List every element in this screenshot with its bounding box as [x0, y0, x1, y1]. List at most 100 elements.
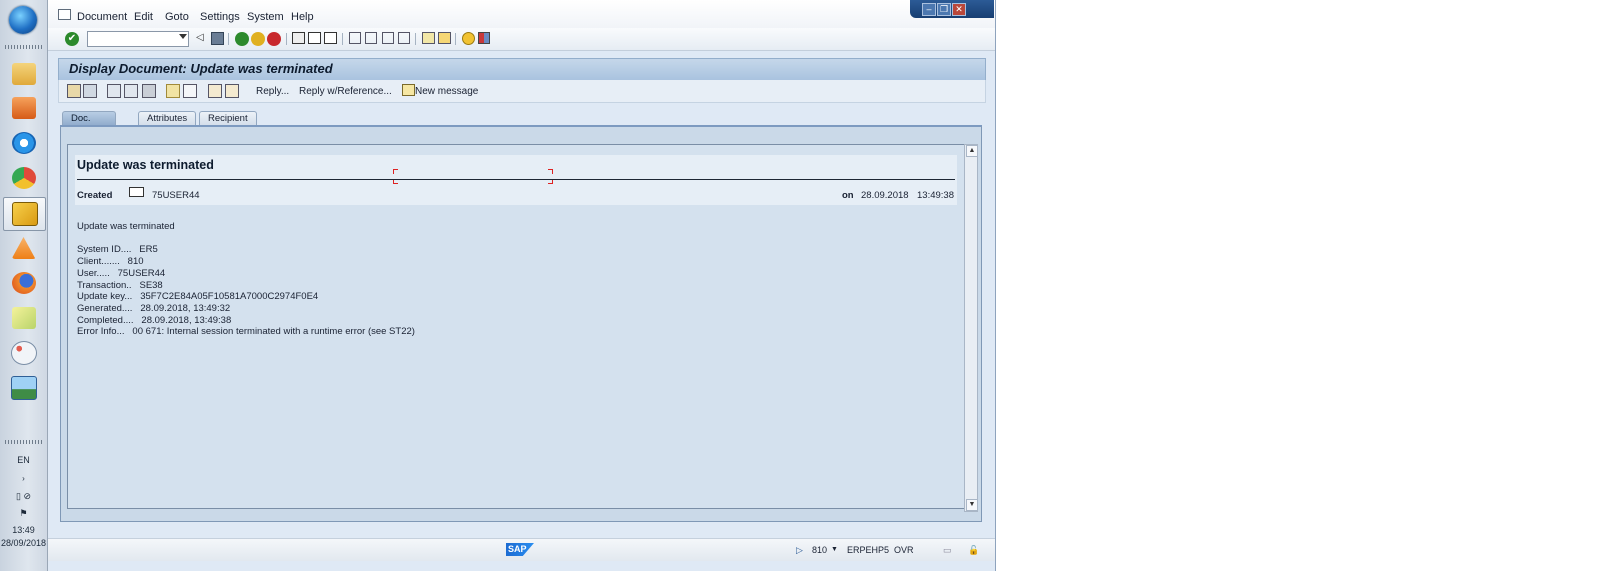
- body-line: Client....... 810: [77, 256, 144, 268]
- create-shortcut-icon[interactable]: [438, 32, 451, 44]
- security-lock-icon[interactable]: 🔓: [968, 545, 979, 556]
- tab-doc-contents[interactable]: Doc. contents: [62, 111, 116, 138]
- taskbar-app-paint[interactable]: [3, 337, 44, 369]
- sap-logon-icon: [11, 202, 38, 226]
- start-button[interactable]: [9, 6, 37, 34]
- last-page-icon[interactable]: [398, 32, 410, 44]
- taskbar-app-vlc[interactable]: [3, 232, 44, 264]
- status-layout-icon[interactable]: ▭: [943, 545, 952, 556]
- exit-icon[interactable]: [251, 32, 265, 46]
- status-client[interactable]: 810: [812, 545, 827, 555]
- distribute-icon[interactable]: [124, 84, 138, 98]
- header-divider: [77, 179, 955, 180]
- sticky-notes-icon: [11, 307, 36, 329]
- tab-attributes[interactable]: Attributes: [138, 111, 197, 126]
- reply-button[interactable]: Reply...: [256, 86, 289, 97]
- status-insert-mode[interactable]: OVR: [894, 545, 914, 555]
- photo-viewer-icon: [10, 376, 37, 400]
- next-page-icon[interactable]: [382, 32, 394, 44]
- chevron-down-icon[interactable]: ▼: [831, 546, 838, 553]
- find-next-icon[interactable]: [324, 32, 337, 44]
- paint-icon: [10, 341, 37, 365]
- menu-goto[interactable]: Goto: [165, 11, 189, 23]
- created-time: 13:49:38: [917, 190, 954, 201]
- menu-document[interactable]: Document: [77, 11, 127, 23]
- cancel-icon[interactable]: [267, 32, 281, 46]
- taskbar-app-internet-explorer[interactable]: [3, 127, 44, 159]
- body-line: System ID.... ER5: [77, 244, 158, 256]
- edit-pencil-icon[interactable]: [166, 84, 180, 98]
- scroll-down-icon[interactable]: ▼: [966, 499, 978, 511]
- taskbar-app-photo-viewer[interactable]: [3, 372, 44, 404]
- window-menu-icon[interactable]: [58, 9, 71, 20]
- previous-page-icon[interactable]: [365, 32, 377, 44]
- taskbar-app-file-explorer[interactable]: [3, 58, 44, 90]
- print-document-icon[interactable]: [83, 84, 97, 98]
- action-center-flag-icon[interactable]: ⚑: [0, 508, 47, 519]
- delete-icon[interactable]: [142, 84, 156, 98]
- menu-edit[interactable]: Edit: [134, 11, 153, 23]
- restore-icon[interactable]: ❐: [937, 3, 951, 16]
- export-icon[interactable]: [208, 84, 222, 98]
- status-expand-icon[interactable]: ▷: [796, 545, 803, 556]
- taskbar-app-sap-logon[interactable]: [3, 197, 46, 231]
- user-card-icon[interactable]: [129, 187, 144, 197]
- body-line: Generated.... 28.09.2018, 13:49:32: [77, 302, 231, 314]
- first-page-icon[interactable]: [349, 32, 361, 44]
- back-icon[interactable]: [235, 32, 249, 46]
- close-icon[interactable]: ✕: [952, 3, 966, 16]
- toolbar-separator: [342, 33, 343, 45]
- selection-marker: [548, 169, 553, 174]
- command-field[interactable]: [87, 31, 189, 47]
- chevron-down-icon[interactable]: [179, 34, 187, 39]
- document-viewer[interactable]: Update was terminated Created 75USER44 o…: [67, 144, 965, 509]
- menu-settings[interactable]: Settings: [200, 11, 240, 23]
- menu-help[interactable]: Help: [291, 11, 314, 23]
- body-line: Error Info... 00 671: Internal session t…: [77, 326, 415, 338]
- page-title: Display Document: Update was terminated: [69, 61, 333, 76]
- body-line: Update key... 35F7C2E84A05F10581A7000C29…: [77, 291, 319, 303]
- enter-check-icon[interactable]: ✔: [65, 32, 79, 46]
- scroll-up-icon[interactable]: ▲: [966, 145, 978, 157]
- clock-time[interactable]: 13:49: [0, 525, 47, 535]
- clock-date[interactable]: 28/09/2018: [0, 538, 47, 548]
- create-session-icon[interactable]: [422, 32, 435, 44]
- vlc-icon: [11, 237, 36, 259]
- body-line: Update was terminated: [77, 221, 175, 232]
- customize-layout-icon[interactable]: [478, 32, 490, 44]
- toolbar-separator: [415, 33, 416, 45]
- taskbar-app-sticky-notes[interactable]: [3, 302, 44, 334]
- body-line: ​: [77, 233, 415, 245]
- taskbar-app-firefox[interactable]: [3, 267, 44, 299]
- created-date: 28.09.2018: [861, 190, 909, 201]
- forward-icon[interactable]: [107, 84, 121, 98]
- on-label: on: [842, 190, 854, 201]
- sap-logo: SAP: [506, 543, 534, 556]
- menu-bar: Document Edit Goto Settings System Help: [48, 0, 995, 29]
- toolbar-separator: [286, 33, 287, 45]
- attachment-icon[interactable]: [183, 84, 197, 98]
- menu-system[interactable]: System: [247, 11, 284, 23]
- status-bar: SAP ▷ 810 ▼ ERPEHP5 OVR ▭ 🔓: [48, 538, 995, 561]
- taskbar-app-media-player[interactable]: [3, 92, 44, 124]
- back-arrow-icon[interactable]: ◁: [196, 32, 210, 46]
- print-icon[interactable]: [292, 32, 305, 44]
- mailbox-icon[interactable]: [67, 84, 81, 98]
- tab-panel: Update was terminated Created 75USER44 o…: [60, 125, 982, 522]
- tray-expand-icon[interactable]: ›: [0, 474, 47, 483]
- import-icon[interactable]: [225, 84, 239, 98]
- tray-icons[interactable]: ▯ ⊘: [0, 491, 47, 502]
- internet-explorer-icon: [11, 132, 36, 154]
- find-icon[interactable]: [308, 32, 321, 44]
- firefox-icon: [11, 272, 36, 294]
- vertical-scrollbar[interactable]: ▲ ▼: [964, 144, 978, 512]
- taskbar-app-chrome[interactable]: [3, 162, 44, 194]
- reply-with-reference-button[interactable]: Reply w/Reference...: [299, 86, 392, 97]
- minimize-icon[interactable]: –: [922, 3, 936, 16]
- new-message-button[interactable]: New message: [415, 86, 478, 97]
- tab-recipient-list[interactable]: Recipient list: [199, 111, 257, 138]
- language-indicator[interactable]: EN: [0, 455, 47, 465]
- save-icon[interactable]: [211, 32, 224, 45]
- help-icon[interactable]: [462, 32, 475, 45]
- windows-taskbar: EN › ▯ ⊘ ⚑ 13:49 28/09/2018: [0, 0, 48, 571]
